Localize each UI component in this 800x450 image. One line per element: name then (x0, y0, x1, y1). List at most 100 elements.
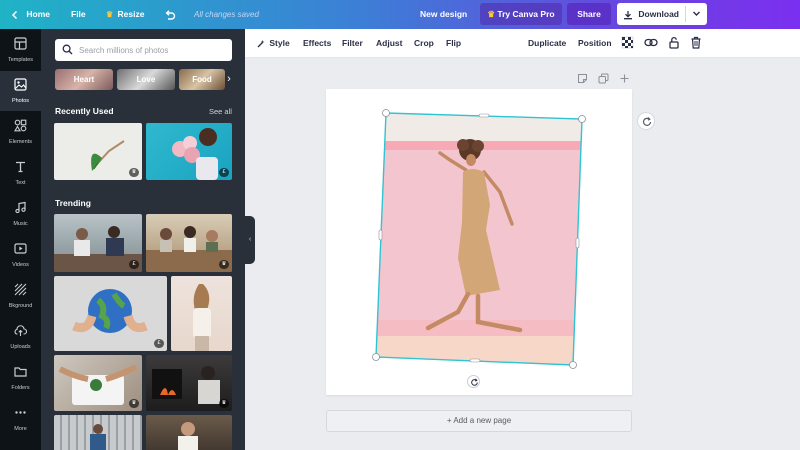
position-button[interactable]: Position (578, 29, 612, 58)
photo-thumb-woman-back[interactable] (171, 276, 232, 351)
resize-button[interactable]: ♛ Resize (106, 0, 144, 29)
search-input[interactable] (79, 42, 227, 58)
more-icon (15, 411, 26, 414)
resize-label: Resize (117, 9, 145, 19)
share-button[interactable]: Share (567, 3, 611, 25)
background-icon (14, 283, 27, 296)
chevron-down-icon[interactable] (691, 8, 702, 19)
duplicate-button[interactable]: Duplicate (528, 29, 566, 58)
photo-thumb-fireplace[interactable]: ♛ (146, 355, 232, 411)
nav-item-elements[interactable]: Elements (0, 112, 41, 152)
nav-item-photos[interactable]: Photos (0, 71, 41, 111)
collapse-panel-button[interactable]: ‹ (245, 216, 255, 264)
effects-button[interactable]: Effects (303, 29, 331, 58)
refresh-icon (642, 117, 652, 126)
pro-badge: ♛ (129, 399, 139, 408)
photo-thumb-sink[interactable]: ♛ (54, 355, 142, 411)
free-badge: £ (129, 260, 139, 269)
rotate-handle[interactable] (467, 375, 480, 388)
templates-icon (14, 37, 27, 50)
chef-image (178, 422, 198, 450)
download-divider (685, 6, 686, 22)
download-icon (624, 10, 632, 20)
nav-label: More (14, 426, 27, 432)
photo-thumb-globe[interactable]: £ (54, 276, 167, 351)
text-icon (16, 161, 25, 173)
search-icon (62, 44, 73, 55)
nav-item-background[interactable]: Bkground (0, 276, 41, 316)
nav-item-more[interactable]: More (0, 399, 41, 439)
videos-icon (14, 243, 27, 254)
edit-toolbar: Style Effects Filter Adjust Crop Flip Du… (245, 29, 800, 58)
trash-icon[interactable] (690, 36, 702, 49)
adjust-button[interactable]: Adjust (376, 29, 402, 58)
selected-photo-element[interactable] (370, 105, 590, 375)
add-page-icon[interactable] (619, 73, 630, 84)
free-badge: £ (154, 339, 164, 348)
photo-thumb-flowers[interactable]: £ (146, 123, 232, 180)
folders-icon (14, 367, 27, 377)
chip-heart[interactable]: Heart (55, 69, 113, 90)
page-notes-icon[interactable] (577, 73, 588, 84)
chevron-right-icon[interactable]: › (223, 69, 235, 90)
music-icon (15, 201, 26, 214)
top-bar: Home File ♛ Resize All changes saved New… (0, 0, 800, 29)
nav-label: Templates (7, 57, 34, 63)
nav-item-text[interactable]: Text (0, 153, 41, 193)
nav-label: Bkground (8, 303, 33, 309)
nav-item-folders[interactable]: Folders (0, 358, 41, 398)
nav-label: Elements (9, 139, 32, 145)
filter-button[interactable]: Filter (342, 29, 363, 58)
save-status: All changes saved (194, 10, 259, 19)
style-label: Style (269, 38, 290, 48)
trending-heading: Trending (55, 198, 91, 208)
woman-back-image (193, 284, 211, 351)
photos-panel: Heart Love Food › Recently Used See all … (41, 29, 245, 450)
pro-badge: ♛ (129, 168, 139, 177)
lock-icon[interactable] (668, 36, 680, 49)
search-box[interactable] (55, 39, 232, 61)
download-button[interactable]: Download (617, 3, 707, 25)
greenhouse-image (90, 424, 106, 450)
photo-thumb-plant[interactable]: ♛ (54, 123, 142, 180)
nav-label: Photos (11, 98, 30, 104)
recently-used-heading: Recently Used (55, 106, 114, 116)
style-button[interactable]: Style (256, 29, 290, 58)
hands-globe-image (72, 289, 148, 333)
photo-thumb-workers[interactable]: £ (54, 214, 142, 272)
file-menu[interactable]: File (71, 0, 86, 29)
crown-icon: ♛ (106, 10, 114, 19)
new-design-button[interactable]: New design (420, 0, 467, 29)
uploads-icon (14, 325, 27, 336)
try-pro-button[interactable]: ♛ Try Canva Pro (480, 3, 562, 25)
photo-thumb-dinner[interactable]: ♛ (146, 214, 232, 272)
chip-love[interactable]: Love (117, 69, 175, 90)
see-all-link[interactable]: See all (209, 107, 232, 116)
home-label: Home (26, 9, 50, 19)
photo-thumb-greenhouse[interactable] (54, 415, 142, 450)
try-pro-label: Try Canva Pro (497, 9, 555, 19)
chip-food[interactable]: Food (179, 69, 225, 90)
undo-icon (165, 10, 176, 20)
download-main[interactable]: Download (617, 3, 685, 25)
chevron-left-icon (11, 10, 18, 19)
pro-badge: ♛ (219, 399, 229, 408)
refresh-suggestions-button[interactable] (637, 112, 655, 130)
nav-label: Text (15, 180, 26, 186)
add-new-page-button[interactable]: + Add a new page (326, 410, 632, 432)
transparency-icon[interactable] (621, 36, 634, 49)
nav-item-templates[interactable]: Templates (0, 30, 41, 70)
nav-label: Uploads (10, 344, 31, 350)
nav-item-videos[interactable]: Videos (0, 235, 41, 275)
link-icon[interactable] (644, 36, 658, 49)
duplicate-page-icon[interactable] (598, 73, 609, 84)
rotate-icon (471, 378, 478, 386)
flip-button[interactable]: Flip (446, 29, 461, 58)
home-button[interactable]: Home (10, 0, 50, 29)
crop-button[interactable]: Crop (414, 29, 434, 58)
nav-label: Folders (11, 385, 30, 391)
undo-button[interactable] (164, 0, 176, 29)
nav-item-uploads[interactable]: Uploads (0, 317, 41, 357)
nav-item-music[interactable]: Music (0, 194, 41, 234)
photo-thumb-chef[interactable] (146, 415, 232, 450)
